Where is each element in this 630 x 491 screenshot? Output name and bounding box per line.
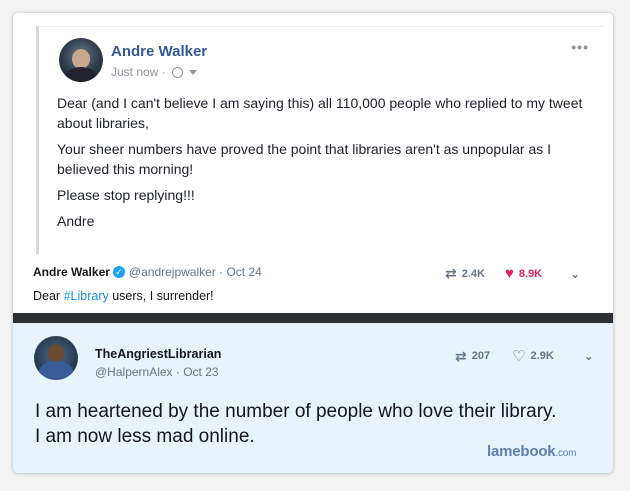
like-button[interactable]: ♥ 8.9K [505, 265, 542, 282]
heart-outline-icon: ♡ [512, 348, 526, 365]
watermark-suffix: .com [555, 448, 577, 459]
tweet-handle-date[interactable]: @andrejpwalker · Oct 24 [129, 265, 262, 279]
chevron-down-icon[interactable]: ⌄ [584, 349, 594, 363]
post-body: Dear (and I can't believe I am saying th… [57, 93, 597, 237]
heart-filled-icon: ♥ [504, 265, 514, 282]
retweet-button[interactable]: ⇄ 207 [455, 348, 490, 365]
like-count: 8.9K [518, 267, 543, 280]
tweet-body: Dear #Library users, I surrender! [33, 289, 214, 303]
tweet-actions: ⇄ 207 ♡ 2.9K ⌄ [455, 347, 594, 366]
chevron-down-icon[interactable]: ⌄ [570, 267, 580, 281]
post-timestamp[interactable]: Just now · [111, 65, 166, 79]
like-button[interactable]: ♡ 2.9K [512, 347, 554, 365]
tweet-author-name[interactable]: TheAngriestLibrarian [95, 347, 221, 361]
retweet-icon: ⇄ [455, 347, 467, 364]
hashtag-link[interactable]: #Library [64, 289, 109, 303]
retweet-button[interactable]: ⇄ 2.4K [445, 265, 485, 282]
globe-icon[interactable] [171, 66, 183, 78]
watermark-brand: lamebook [487, 443, 556, 460]
more-options-icon[interactable]: ••• [571, 39, 589, 55]
post-author-name[interactable]: Andre Walker [111, 43, 207, 60]
lamebook-watermark: lamebook.com [487, 443, 576, 460]
avatar[interactable] [34, 336, 78, 380]
tweet-header: Andre Walker ✓ @andrejpwalker · Oct 24 [33, 265, 262, 279]
tweet-text: Dear [33, 289, 64, 303]
verified-icon: ✓ [112, 266, 125, 278]
section-divider [13, 313, 613, 323]
tweet-andre-walker: Andre Walker ✓ @andrejpwalker · Oct 24 D… [13, 255, 613, 310]
avatar[interactable] [59, 38, 103, 82]
tweet-author-name[interactable]: Andre Walker [33, 265, 110, 279]
tweet-text: users, I surrender! [108, 289, 214, 303]
tweet-text-line: I am heartened by the number of people w… [35, 401, 557, 422]
tweet-actions: ⇄ 2.4K ♥ 8.9K ⌄ [445, 265, 580, 282]
post-meta: Just now · [111, 65, 197, 79]
retweet-count: 207 [471, 350, 491, 362]
post-paragraph: Dear (and I can't believe I am saying th… [57, 95, 583, 131]
retweet-icon: ⇄ [445, 265, 457, 281]
retweet-count: 2.4K [461, 267, 485, 280]
post-paragraph: Please stop replying!!! [57, 187, 195, 203]
caret-down-icon[interactable] [188, 69, 197, 75]
post-paragraph: Your sheer numbers have proved the point… [57, 141, 552, 177]
facebook-post: Andre Walker Just now · ••• Dear (and I … [36, 26, 603, 254]
like-count: 2.9K [530, 350, 554, 362]
tweet-handle-date[interactable]: @HalpernAlex · Oct 23 [95, 365, 219, 379]
tweet-body: I am heartened by the number of people w… [35, 399, 605, 449]
post-paragraph: Andre [57, 213, 95, 229]
